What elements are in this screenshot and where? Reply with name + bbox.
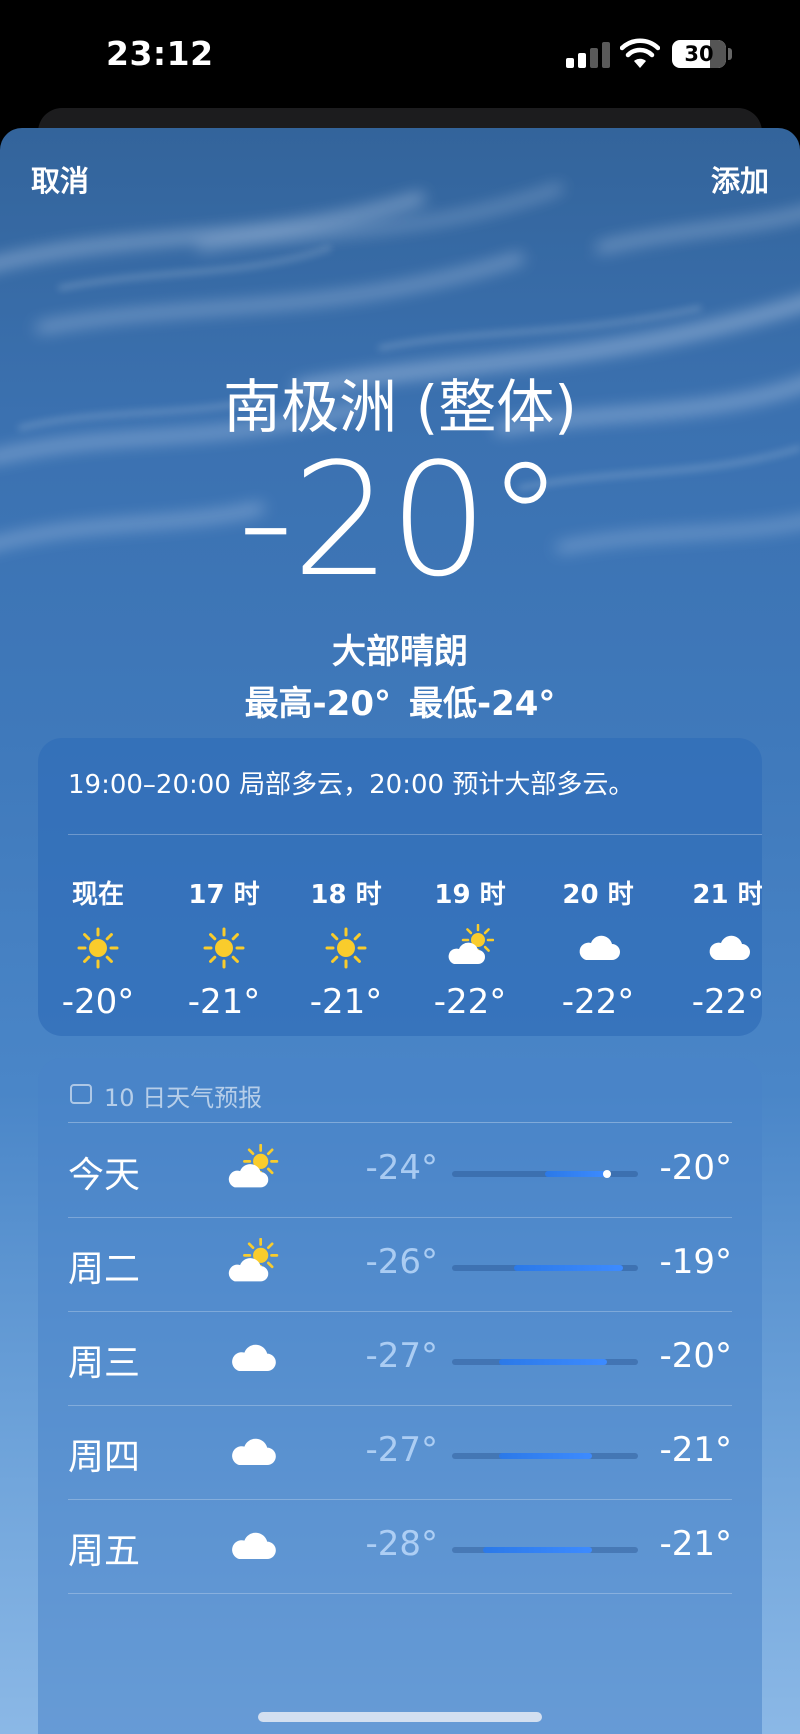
low-temperature: 最低-24° bbox=[409, 684, 556, 724]
hour-temperature: -22° bbox=[561, 982, 635, 1022]
day-low-temperature: -24° bbox=[365, 1148, 438, 1188]
temperature-range-bar bbox=[452, 1547, 638, 1553]
cloud-icon bbox=[574, 924, 622, 972]
hour-label: 17 时 bbox=[188, 880, 260, 910]
day-name: 周三 bbox=[68, 1343, 141, 1384]
temperature-range-bar bbox=[452, 1265, 638, 1271]
current-temp-indicator bbox=[603, 1170, 611, 1178]
daily-forecast-title: 10 日天气预报 bbox=[104, 1084, 263, 1112]
sun-icon bbox=[322, 924, 370, 972]
day-low-temperature: -28° bbox=[365, 1524, 438, 1564]
day-name: 周二 bbox=[68, 1249, 141, 1290]
cancel-button[interactable]: 取消 bbox=[31, 158, 89, 200]
day-name: 周五 bbox=[68, 1531, 141, 1572]
partly-cloudy-icon bbox=[446, 923, 495, 972]
day-name: 周四 bbox=[68, 1437, 141, 1478]
cloud-icon bbox=[704, 924, 752, 972]
day-name: 今天 bbox=[68, 1155, 141, 1196]
hour-temperature: -21° bbox=[187, 982, 261, 1022]
temperature-range-fill bbox=[498, 1359, 607, 1365]
status-bar: 23:12 30 bbox=[0, 0, 800, 110]
day-high-temperature: -20° bbox=[659, 1336, 732, 1376]
hourly-forecast-card[interactable]: 19:00–20:00 局部多云，20:00 预计大部多云。 现在 -20° 17 … bbox=[38, 738, 762, 1036]
current-condition: 大部晴朗 bbox=[332, 632, 468, 672]
day-high-temperature: -20° bbox=[659, 1148, 732, 1188]
hour-label: 20 时 bbox=[562, 880, 634, 910]
add-button[interactable]: 添加 bbox=[711, 158, 769, 200]
high-low-temperature: 最高-20° 最低-24° bbox=[0, 676, 800, 725]
status-time: 23:12 bbox=[106, 34, 214, 73]
battery-level: 30 bbox=[684, 42, 714, 66]
hour-label: 现在 bbox=[71, 880, 124, 910]
hourly-item: 19 时 -22° bbox=[420, 848, 520, 1028]
temperature-range-fill bbox=[545, 1171, 607, 1177]
hour-label: 21 时 bbox=[692, 880, 762, 910]
daily-row[interactable]: 周二 -26° -19° bbox=[38, 1218, 762, 1312]
cloud-icon bbox=[224, 1520, 280, 1572]
temperature-range-fill bbox=[498, 1453, 592, 1459]
daily-row[interactable]: 周四 -27° -21° bbox=[38, 1406, 762, 1500]
hourly-summary: 19:00–20:00 局部多云，20:00 预计大部多云。 bbox=[68, 770, 635, 800]
divider bbox=[68, 1593, 732, 1594]
battery-tip bbox=[728, 48, 732, 60]
hourly-item: 20 时 -22° bbox=[548, 848, 648, 1028]
hour-label: 19 时 bbox=[434, 880, 506, 910]
day-low-temperature: -27° bbox=[365, 1430, 438, 1470]
hour-temperature: -20° bbox=[61, 982, 135, 1022]
hourly-item: 现在 -20° bbox=[48, 848, 148, 1028]
partly-cloudy-icon bbox=[224, 1237, 280, 1290]
temperature-range-fill bbox=[483, 1547, 592, 1553]
hourly-item: 17 时 -21° bbox=[174, 848, 274, 1028]
hour-temperature: -22° bbox=[691, 982, 762, 1022]
daily-row[interactable]: 周五 -28° -21° bbox=[38, 1500, 762, 1594]
battery-icon: 30 bbox=[672, 40, 726, 68]
day-high-temperature: -21° bbox=[659, 1430, 732, 1470]
daily-forecast-card[interactable]: 10 日天气预报 今天 -24° -20° 周二 -26° -19° 周三 -27° -20° 周… bbox=[38, 1058, 762, 1734]
day-low-temperature: -26° bbox=[365, 1242, 438, 1282]
hour-temperature: -22° bbox=[433, 982, 507, 1022]
sun-icon bbox=[200, 924, 248, 972]
day-high-temperature: -19° bbox=[659, 1242, 732, 1282]
hourly-item: 18 时 -21° bbox=[296, 848, 396, 1028]
divider bbox=[68, 834, 762, 835]
divider bbox=[68, 1122, 732, 1123]
cellular-signal-icon bbox=[566, 42, 610, 68]
home-indicator[interactable] bbox=[258, 1712, 542, 1722]
daily-row[interactable]: 今天 -24° -20° bbox=[38, 1124, 762, 1218]
weather-preview-sheet: 取消 添加 南极洲 (整体) -20° 大部晴朗 最高-20° 最低-24° 19… bbox=[0, 128, 800, 1734]
hourly-item: 21 时 -22° bbox=[678, 848, 762, 1028]
high-temperature: 最高-20° bbox=[244, 684, 391, 724]
partly-cloudy-icon bbox=[224, 1143, 280, 1196]
hour-label: 18 时 bbox=[310, 880, 382, 910]
temperature-range-bar bbox=[452, 1453, 638, 1459]
current-temperature: -20° bbox=[237, 429, 565, 611]
wifi-icon bbox=[620, 38, 660, 68]
cloud-icon bbox=[224, 1332, 280, 1384]
temperature-range-bar bbox=[452, 1359, 638, 1365]
cloud-icon bbox=[224, 1426, 280, 1478]
hour-temperature: -21° bbox=[309, 982, 383, 1022]
temperature-range-fill bbox=[514, 1265, 623, 1271]
day-low-temperature: -27° bbox=[365, 1336, 438, 1376]
sun-icon bbox=[74, 924, 122, 972]
day-high-temperature: -21° bbox=[659, 1524, 732, 1564]
calendar-icon bbox=[70, 1084, 92, 1104]
temperature-range-bar bbox=[452, 1170, 638, 1178]
daily-row[interactable]: 周三 -27° -20° bbox=[38, 1312, 762, 1406]
